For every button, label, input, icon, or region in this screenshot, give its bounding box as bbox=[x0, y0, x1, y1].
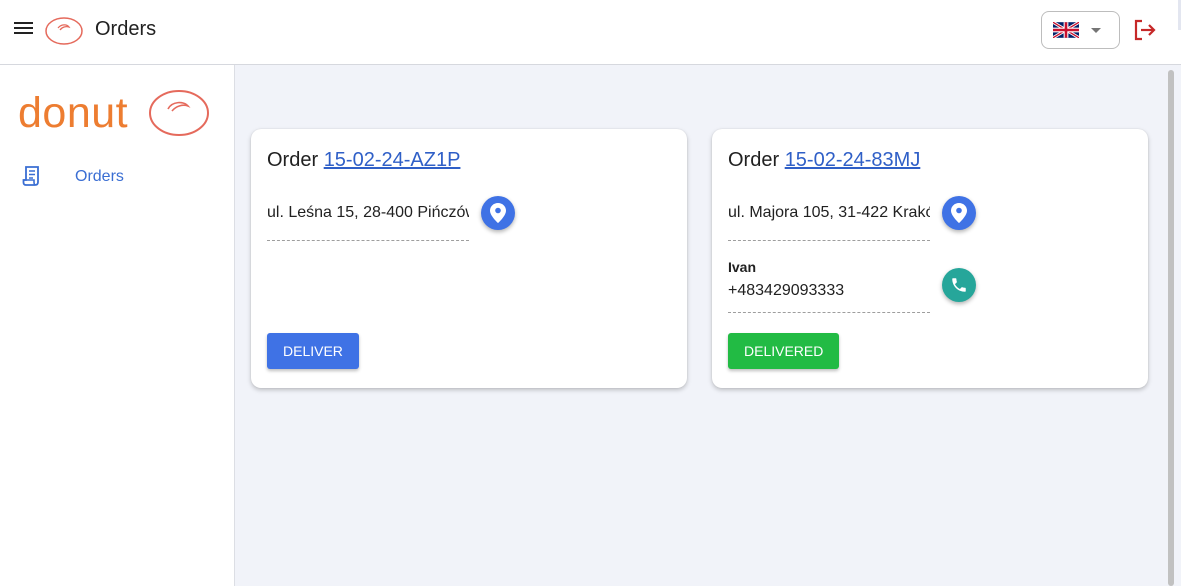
delivered-button[interactable]: DELIVERED bbox=[728, 333, 840, 369]
scrollbar[interactable] bbox=[1168, 70, 1174, 586]
order-card: Order 15-02-24-83MJ ul. Majora 105, 31-4… bbox=[712, 129, 1148, 388]
top-app-bar: Orders bbox=[0, 0, 1181, 65]
order-id-link[interactable]: 15-02-24-83MJ bbox=[785, 149, 921, 171]
call-button[interactable] bbox=[942, 268, 976, 302]
location-button[interactable] bbox=[942, 196, 976, 230]
contact-name: Ivan bbox=[728, 259, 757, 275]
language-select[interactable] bbox=[1041, 11, 1120, 49]
page-title: Orders bbox=[95, 18, 157, 40]
donut-logo-icon bbox=[45, 16, 83, 51]
map-pin-icon bbox=[490, 203, 506, 223]
chevron-down-icon bbox=[1091, 28, 1101, 33]
deliver-button[interactable]: DELIVER bbox=[267, 333, 359, 369]
map-pin-icon bbox=[951, 203, 967, 223]
address-field: ul. Majora 105, 31-422 Kraków bbox=[728, 201, 930, 241]
sidebar-item-label: Orders bbox=[75, 168, 124, 185]
phone-field: +483429093333 bbox=[728, 282, 930, 313]
order-title: Order 15-02-24-83MJ bbox=[728, 149, 920, 172]
main-content: Order 15-02-24-AZ1P ul. Leśna 15, 28-400… bbox=[235, 65, 1181, 586]
order-prefix: Order bbox=[267, 149, 319, 171]
receipt-icon bbox=[22, 165, 42, 192]
order-prefix: Order bbox=[728, 149, 780, 171]
order-card: Order 15-02-24-AZ1P ul. Leśna 15, 28-400… bbox=[251, 129, 687, 388]
sidebar: donut Orders bbox=[0, 65, 235, 586]
donut-icon bbox=[148, 89, 210, 142]
logout-icon[interactable] bbox=[1133, 19, 1157, 46]
brand-name: donut bbox=[18, 89, 129, 137]
order-title: Order 15-02-24-AZ1P bbox=[267, 149, 460, 172]
location-button[interactable] bbox=[481, 196, 515, 230]
order-id-link[interactable]: 15-02-24-AZ1P bbox=[324, 149, 461, 171]
address-field: ul. Leśna 15, 28-400 Pińczów bbox=[267, 201, 469, 241]
hamburger-menu-icon[interactable] bbox=[13, 21, 35, 39]
phone-icon bbox=[952, 278, 966, 292]
sidebar-item-orders[interactable]: Orders bbox=[0, 162, 234, 192]
uk-flag-icon bbox=[1052, 20, 1080, 43]
